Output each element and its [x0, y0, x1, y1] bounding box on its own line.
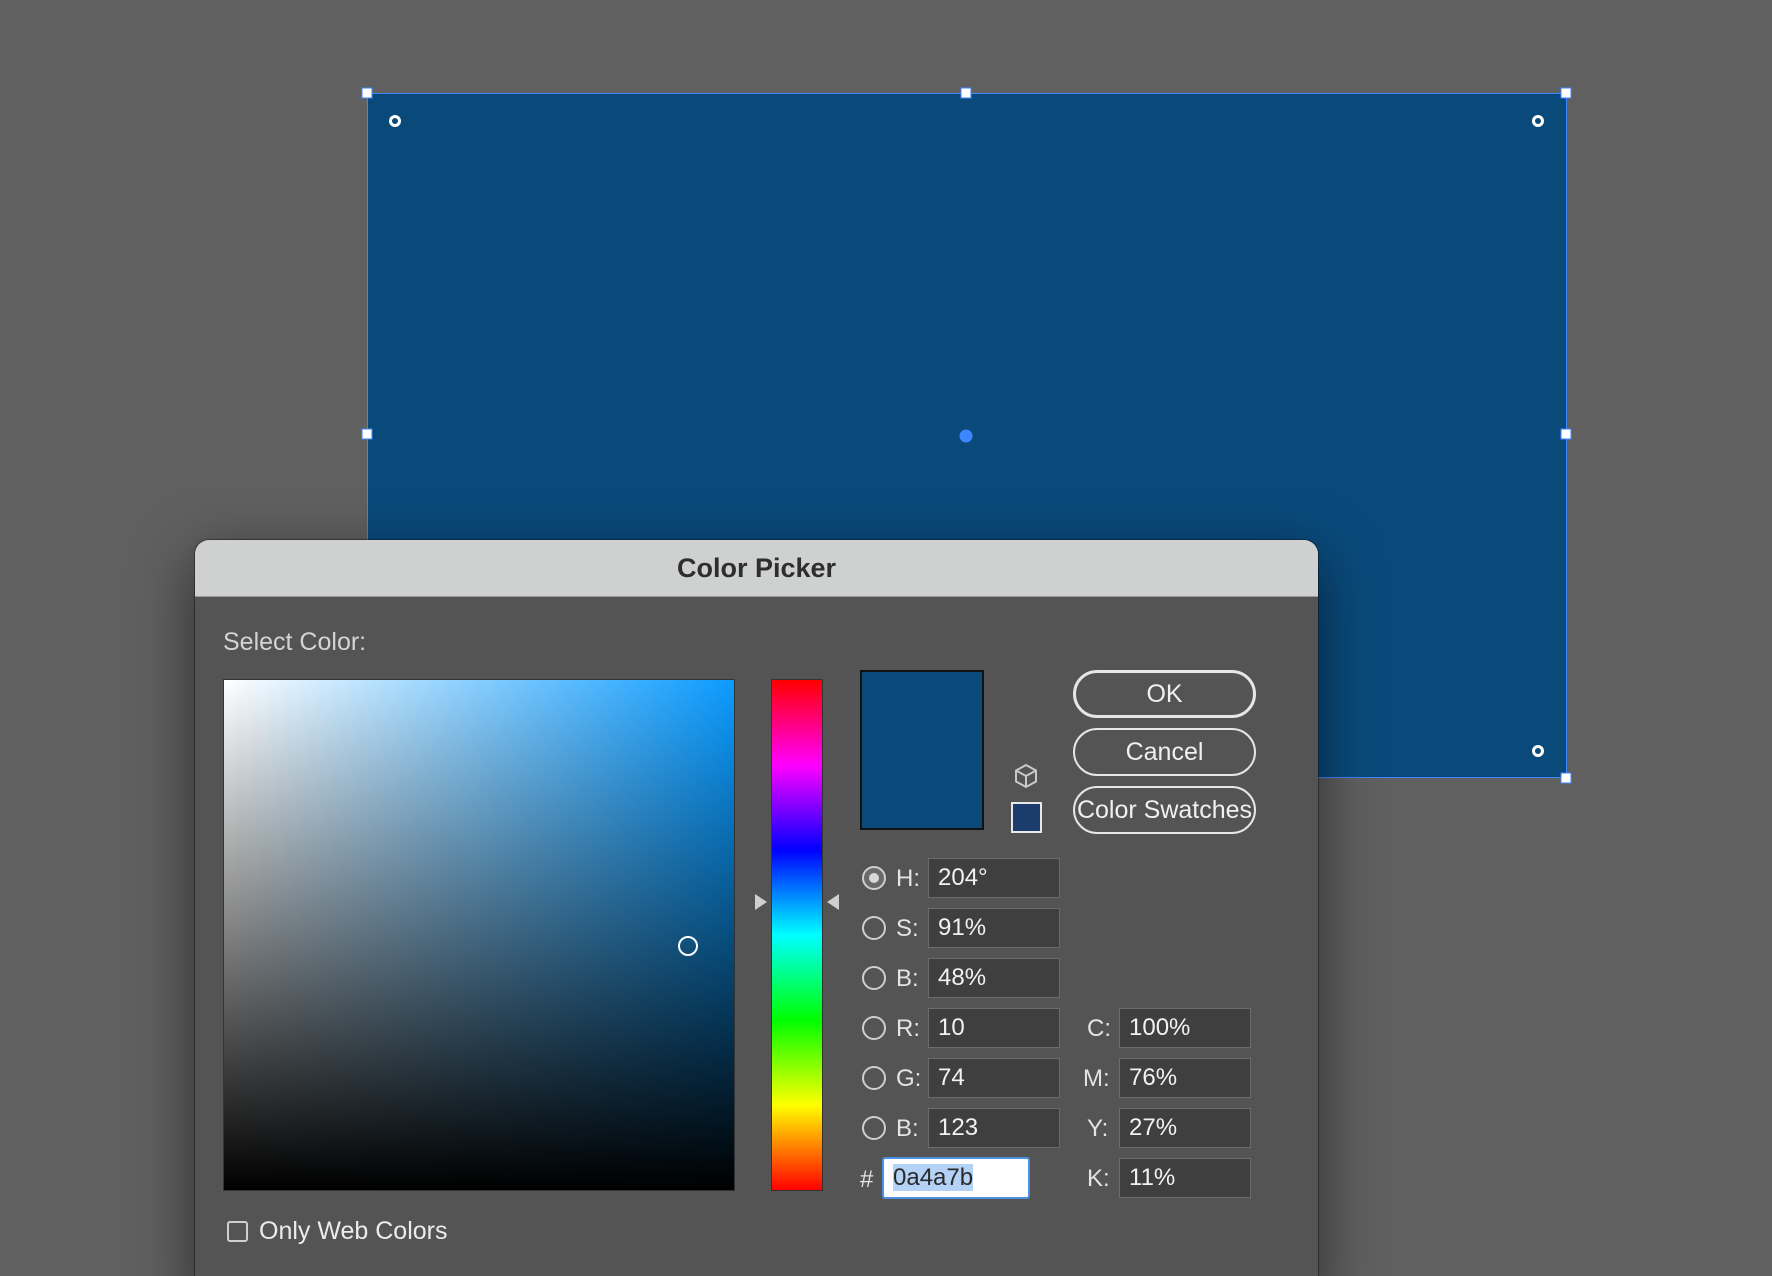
blue-input[interactable]: 123 [928, 1108, 1060, 1148]
color-field-marker[interactable] [678, 936, 698, 956]
shape-center-point [959, 429, 973, 443]
corner-radius-widget-bottom-right[interactable] [1532, 745, 1544, 757]
hue-slider-right-arrow-icon[interactable] [827, 894, 839, 910]
color-picker-dialog: Color Picker Select Color: OK Cancel Col… [195, 540, 1318, 1276]
green-radio[interactable] [862, 1066, 886, 1090]
hue-radio[interactable] [862, 866, 886, 890]
hue-input[interactable]: 204° [928, 858, 1060, 898]
corner-radius-widget-top-right[interactable] [1532, 115, 1544, 127]
resize-handle-middle-left[interactable] [361, 428, 373, 440]
black-label: K: [1087, 1165, 1110, 1192]
current-color-preview [860, 670, 984, 830]
hex-label: # [860, 1166, 874, 1193]
brightness-input[interactable]: 48% [928, 958, 1060, 998]
saturation-brightness-field[interactable] [224, 680, 734, 1190]
select-color-label: Select Color: [223, 628, 367, 656]
resize-handle-top-right[interactable] [1560, 87, 1572, 99]
green-label: G: [896, 1065, 922, 1092]
dialog-title: Color Picker [676, 552, 837, 583]
yellow-label: Y: [1087, 1115, 1109, 1142]
cyan-input[interactable]: 100% [1119, 1008, 1251, 1048]
magenta-label: M: [1083, 1065, 1110, 1092]
saturation-input[interactable]: 91% [928, 908, 1060, 948]
resize-handle-top-center[interactable] [960, 87, 972, 99]
blue-label: B: [896, 1115, 919, 1142]
brightness-radio[interactable] [862, 966, 886, 990]
yellow-input[interactable]: 27% [1119, 1108, 1251, 1148]
web-safe-color-swatch[interactable] [1011, 802, 1042, 833]
ok-button[interactable]: OK [1073, 670, 1256, 718]
resize-handle-top-left[interactable] [361, 87, 373, 99]
black-input[interactable]: 11% [1119, 1158, 1251, 1198]
hue-slider[interactable] [772, 680, 822, 1190]
resize-handle-bottom-right[interactable] [1560, 772, 1572, 784]
hue-slider-left-arrow-icon[interactable] [755, 894, 767, 910]
only-web-colors-checkbox[interactable] [227, 1221, 248, 1242]
blue-radio[interactable] [862, 1116, 886, 1140]
saturation-radio[interactable] [862, 916, 886, 940]
magenta-input[interactable]: 76% [1119, 1058, 1251, 1098]
artboard-area: Color Picker Select Color: OK Cancel Col… [0, 0, 1772, 1276]
brightness-label: B: [896, 965, 919, 992]
green-input[interactable]: 74 [928, 1058, 1060, 1098]
corner-radius-widget-top-left[interactable] [389, 115, 401, 127]
only-web-colors-label[interactable]: Only Web Colors [259, 1217, 448, 1246]
cancel-button[interactable]: Cancel [1073, 728, 1256, 776]
cube-icon[interactable] [1013, 763, 1039, 789]
red-radio[interactable] [862, 1016, 886, 1040]
red-input[interactable]: 10 [928, 1008, 1060, 1048]
cyan-label: C: [1087, 1015, 1111, 1042]
hex-input[interactable]: 0a4a7b [882, 1157, 1030, 1199]
hue-label: H: [896, 865, 920, 892]
saturation-label: S: [896, 915, 919, 942]
resize-handle-middle-right[interactable] [1560, 428, 1572, 440]
hex-value: 0a4a7b [893, 1164, 974, 1191]
color-swatches-button[interactable]: Color Swatches [1073, 786, 1256, 834]
red-label: R: [896, 1015, 920, 1042]
dialog-titlebar[interactable]: Color Picker [195, 540, 1318, 597]
